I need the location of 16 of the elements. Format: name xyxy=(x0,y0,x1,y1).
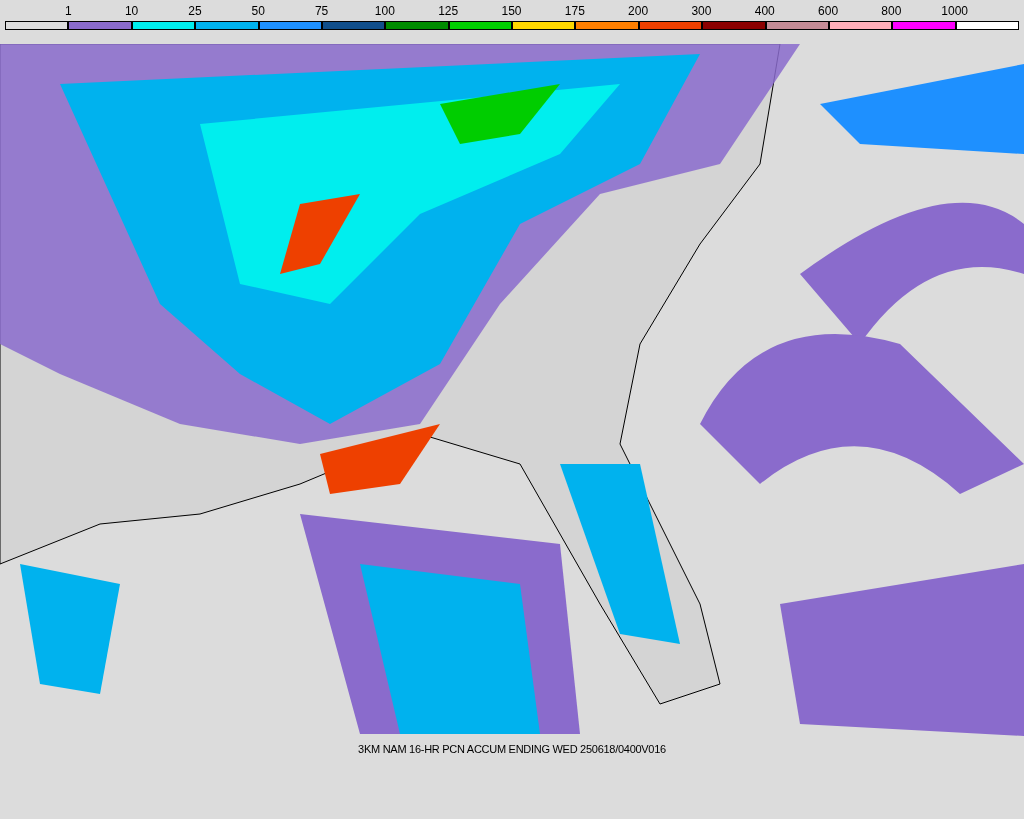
legend-label: 125 xyxy=(438,4,459,18)
legend-label: 1000 xyxy=(941,4,969,18)
legend-label: 10 xyxy=(124,4,139,18)
legend-label: 300 xyxy=(691,4,712,18)
legend-label: 1 xyxy=(64,4,72,18)
legend-label: 50 xyxy=(251,4,265,18)
legend-label: 150 xyxy=(501,4,522,18)
legend-label: 100 xyxy=(374,4,395,18)
legend-label: 400 xyxy=(754,4,775,18)
map-caption: 3KM NAM 16-HR PCN ACCUM ENDING WED 250618/0400V016 xyxy=(358,742,666,757)
legend-label: 175 xyxy=(564,4,585,18)
legend-label: 75 xyxy=(314,4,329,18)
legend-label: 800 xyxy=(881,4,902,18)
legend-label: 200 xyxy=(628,4,649,18)
legend-label: 600 xyxy=(818,4,839,18)
legend-label: 25 xyxy=(188,4,202,18)
